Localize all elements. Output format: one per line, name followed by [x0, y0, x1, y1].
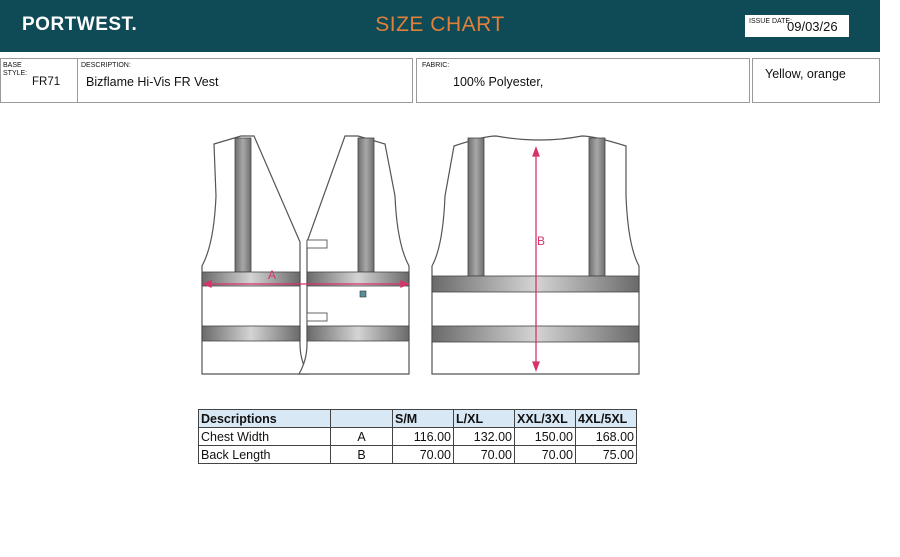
front-lower-band-left — [201, 325, 301, 342]
front-badge-icon — [359, 290, 367, 298]
front-lower-band-right — [306, 325, 410, 342]
table-cell: 70.00 — [392, 445, 454, 464]
table-cell: 132.00 — [453, 427, 515, 446]
colour-box: Yellow, orange — [752, 58, 880, 103]
base-style-value: FR71 — [32, 76, 61, 88]
table-cell: B — [330, 445, 393, 464]
table-cell: 168.00 — [575, 427, 637, 446]
marker-b-label: B — [537, 234, 545, 248]
header-cell: S/M — [392, 409, 454, 428]
issue-date-value: 09/03/26 — [787, 19, 838, 34]
table-header-row: Descriptions S/M L/XL XXL/3XL 4XL/5XL — [198, 409, 637, 428]
base-style-box: BASE STYLE: FR71 — [0, 58, 78, 103]
header-cell: 4XL/5XL — [575, 409, 637, 428]
front-left-strap — [234, 137, 252, 273]
table-cell: 150.00 — [514, 427, 576, 446]
table-cell: Back Length — [198, 445, 331, 464]
back-right-strap — [588, 137, 606, 277]
header-cell — [330, 409, 393, 428]
front-loop-tab-lower — [306, 312, 328, 322]
size-table: Descriptions S/M L/XL XXL/3XL 4XL/5XL Ch… — [198, 409, 637, 464]
fabric-label: FABRIC: — [422, 62, 450, 69]
fabric-box: FABRIC: 100% Polyester, — [416, 58, 750, 103]
description-box: DESCRIPTION: Bizflame Hi-Vis FR Vest — [77, 58, 413, 103]
table-cell: 70.00 — [453, 445, 515, 464]
table-cell: 116.00 — [392, 427, 454, 446]
table-row: Chest Width A 116.00 132.00 150.00 168.0… — [198, 427, 637, 446]
table-cell: Chest Width — [198, 427, 331, 446]
fabric-value: 100% Polyester, — [453, 75, 544, 89]
table-cell: 70.00 — [514, 445, 576, 464]
issue-date-label: ISSUE DATE: — [749, 18, 793, 25]
table-cell: A — [330, 427, 393, 446]
description-value: Bizflame Hi-Vis FR Vest — [86, 75, 219, 89]
marker-a-label: A — [268, 268, 276, 282]
issue-date-box: ISSUE DATE: 09/03/26 — [745, 15, 849, 37]
header-bar: PORTWEST. SIZE CHART ISSUE DATE: 09/03/2… — [0, 0, 880, 52]
header-cell: L/XL — [453, 409, 515, 428]
front-loop-tab-upper — [306, 239, 328, 249]
back-left-strap — [467, 137, 485, 277]
colour-value: Yellow, orange — [765, 67, 846, 81]
description-label: DESCRIPTION: — [81, 62, 131, 69]
header-cell: Descriptions — [198, 409, 331, 428]
front-right-strap — [357, 137, 375, 273]
vest-diagram: A B — [201, 135, 640, 375]
header-cell: XXL/3XL — [514, 409, 576, 428]
table-row: Back Length B 70.00 70.00 70.00 75.00 — [198, 445, 637, 464]
base-style-label: BASE STYLE: — [3, 62, 28, 77]
table-cell: 75.00 — [575, 445, 637, 464]
